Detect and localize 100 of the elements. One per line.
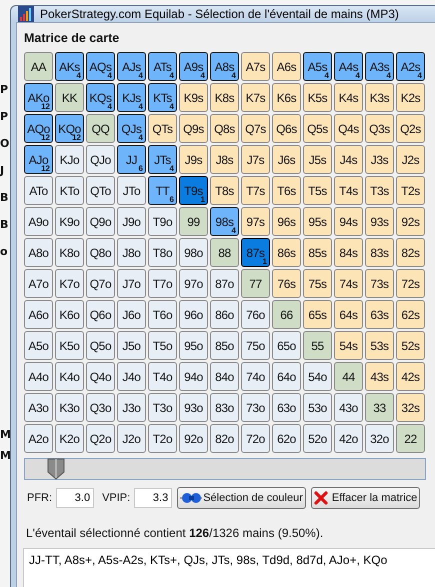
hand-cell[interactable]: T4s: [334, 176, 363, 205]
hand-cell[interactable]: 54s: [334, 331, 363, 360]
hand-cell[interactable]: 43o: [334, 393, 363, 422]
hand-cell[interactable]: 62s: [396, 300, 425, 329]
hand-cell[interactable]: A9o: [24, 207, 53, 236]
hand-cell[interactable]: Q2o: [86, 424, 115, 453]
pfr-field[interactable]: 3.0: [56, 488, 94, 508]
hand-cell[interactable]: 73o: [241, 393, 270, 422]
hand-cell[interactable]: A4s 4: [334, 52, 363, 81]
hand-cell[interactable]: J9o: [117, 207, 146, 236]
hand-cell[interactable]: 32s: [396, 393, 425, 422]
hand-cell[interactable]: J4o: [117, 362, 146, 391]
hand-cell[interactable]: T7o: [148, 269, 177, 298]
hand-cell[interactable]: A9s 4: [179, 52, 208, 81]
hand-cell[interactable]: 92s: [396, 207, 425, 236]
hand-cell[interactable]: 54o: [303, 362, 332, 391]
hand-cell[interactable]: A6o: [24, 300, 53, 329]
hand-cell[interactable]: T9s 1: [179, 176, 208, 205]
hand-cell[interactable]: Q7o: [86, 269, 115, 298]
hand-cell[interactable]: TT 6: [148, 176, 177, 205]
hand-cell[interactable]: KK: [55, 83, 84, 112]
hand-cell[interactable]: 33: [365, 393, 394, 422]
hand-cell[interactable]: K3s: [365, 83, 394, 112]
hand-cell[interactable]: T5s: [303, 176, 332, 205]
hand-cell[interactable]: J2s: [396, 145, 425, 174]
hand-cell[interactable]: K5o: [55, 331, 84, 360]
hand-cell[interactable]: 98o: [179, 238, 208, 267]
hand-cell[interactable]: 76o: [241, 300, 270, 329]
hand-cell[interactable]: A6s: [272, 52, 301, 81]
hand-cell[interactable]: J6s: [272, 145, 301, 174]
hand-cell[interactable]: 86s: [272, 238, 301, 267]
hand-cell[interactable]: K5s: [303, 83, 332, 112]
clear-matrix-button[interactable]: Effacer la matrice: [310, 487, 420, 509]
hand-cell[interactable]: 22: [396, 424, 425, 453]
hand-cell[interactable]: K9s: [179, 83, 208, 112]
hand-cell[interactable]: 86o: [210, 300, 239, 329]
hand-cell[interactable]: 87o: [210, 269, 239, 298]
hand-cell[interactable]: AJs 4: [117, 52, 146, 81]
hand-cell[interactable]: J3s: [365, 145, 394, 174]
hand-cell[interactable]: Q2s: [396, 114, 425, 143]
hand-cell[interactable]: Q8s: [210, 114, 239, 143]
hand-cell[interactable]: 74s: [334, 269, 363, 298]
hand-cell[interactable]: T5o: [148, 331, 177, 360]
hand-cell[interactable]: 65o: [272, 331, 301, 360]
hand-cell[interactable]: T6o: [148, 300, 177, 329]
hand-cell[interactable]: 93o: [179, 393, 208, 422]
hand-cell[interactable]: JTs 4: [148, 145, 177, 174]
hand-cell[interactable]: KJo: [55, 145, 84, 174]
hand-cell[interactable]: Q3o: [86, 393, 115, 422]
hand-cell[interactable]: 72s: [396, 269, 425, 298]
hand-cell[interactable]: A2o: [24, 424, 53, 453]
hand-cell[interactable]: J2o: [117, 424, 146, 453]
hand-cell[interactable]: Q7s: [241, 114, 270, 143]
hand-cell[interactable]: 96s: [272, 207, 301, 236]
hand-cell[interactable]: ATo: [24, 176, 53, 205]
hand-cell[interactable]: T4o: [148, 362, 177, 391]
hand-cell[interactable]: AQs 4: [86, 52, 115, 81]
hand-cell[interactable]: 99: [179, 207, 208, 236]
hand-cell[interactable]: 77: [241, 269, 270, 298]
hand-cell[interactable]: 55: [303, 331, 332, 360]
hand-cell[interactable]: A7s: [241, 52, 270, 81]
hand-cell[interactable]: T3s: [365, 176, 394, 205]
hand-cell[interactable]: J7o: [117, 269, 146, 298]
hand-cell[interactable]: 85o: [210, 331, 239, 360]
hand-cell[interactable]: KJs 4: [117, 83, 146, 112]
hand-cell[interactable]: K6s: [272, 83, 301, 112]
hand-cell[interactable]: 76s: [272, 269, 301, 298]
hand-cell[interactable]: 83o: [210, 393, 239, 422]
hand-cell[interactable]: 94s: [334, 207, 363, 236]
hand-cell[interactable]: 32o: [365, 424, 394, 453]
hand-cell[interactable]: A3s 4: [365, 52, 394, 81]
hand-cell[interactable]: J5o: [117, 331, 146, 360]
hand-cell[interactable]: 82o: [210, 424, 239, 453]
hand-cell[interactable]: A4o: [24, 362, 53, 391]
hand-cell[interactable]: Q8o: [86, 238, 115, 267]
hand-cell[interactable]: A2s 4: [396, 52, 425, 81]
hand-cell[interactable]: K4o: [55, 362, 84, 391]
hand-cell[interactable]: 42s: [396, 362, 425, 391]
hand-cell[interactable]: 87s 1: [241, 238, 270, 267]
color-selection-button[interactable]: Sélection de couleur: [177, 487, 306, 509]
hand-cell[interactable]: 64s: [334, 300, 363, 329]
hand-cell[interactable]: 63s: [365, 300, 394, 329]
hand-cell[interactable]: QJs 4: [117, 114, 146, 143]
hand-cell[interactable]: 95s: [303, 207, 332, 236]
hand-cell[interactable]: KTs 4: [148, 83, 177, 112]
hand-cell[interactable]: 66: [272, 300, 301, 329]
hand-cell[interactable]: QQ: [86, 114, 115, 143]
hand-cell[interactable]: J3o: [117, 393, 146, 422]
hand-cell[interactable]: A8o: [24, 238, 53, 267]
hand-cell[interactable]: 74o: [241, 362, 270, 391]
hand-cell[interactable]: 73s: [365, 269, 394, 298]
hand-cell[interactable]: K2s: [396, 83, 425, 112]
hand-cell[interactable]: A7o: [24, 269, 53, 298]
hand-cell[interactable]: 84o: [210, 362, 239, 391]
hand-cell[interactable]: 64o: [272, 362, 301, 391]
hand-cell[interactable]: 82s: [396, 238, 425, 267]
hand-cell[interactable]: AA: [24, 52, 53, 81]
hand-cell[interactable]: 63o: [272, 393, 301, 422]
hand-cell[interactable]: Q4s: [334, 114, 363, 143]
hand-cell[interactable]: Q3s: [365, 114, 394, 143]
